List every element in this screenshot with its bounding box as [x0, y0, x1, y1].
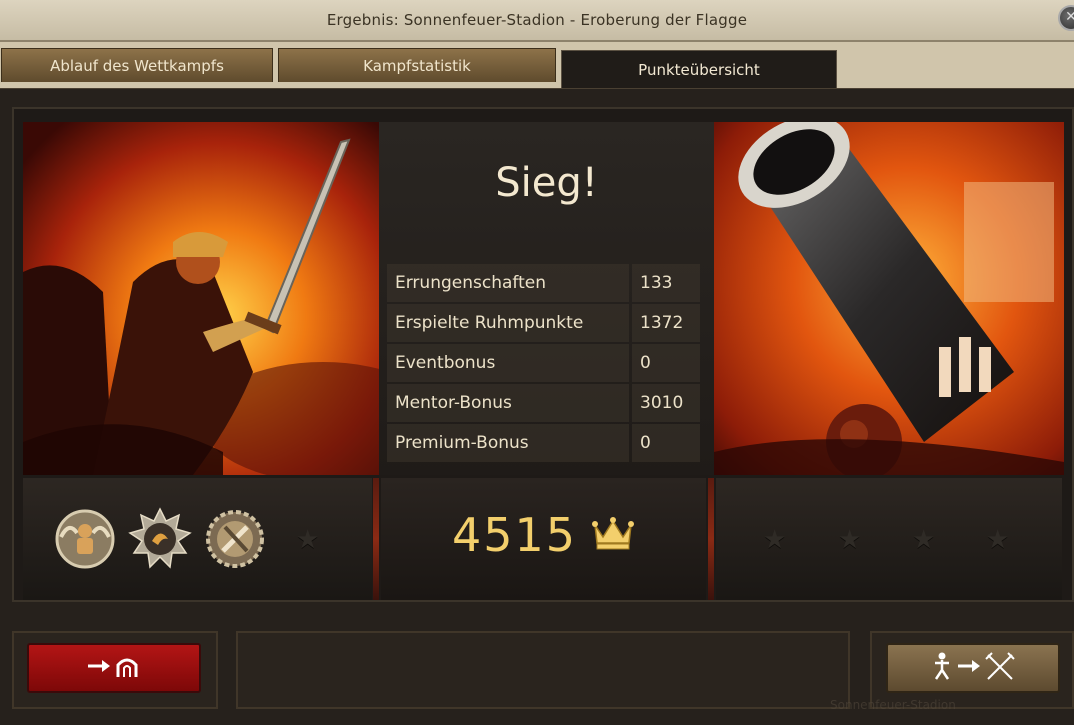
empty-slot-star-icon: ★	[912, 525, 936, 555]
empty-slot-star-icon: ★	[763, 525, 787, 555]
stat-value: 3010	[632, 384, 700, 422]
empty-slot-star-icon: ★	[986, 525, 1010, 555]
stat-label: Mentor-Bonus	[387, 384, 629, 422]
footer-center-box	[236, 631, 850, 709]
stat-value: 133	[632, 264, 700, 302]
tab-bar: Ablauf des Wettkampfs Kampfstatistik Pun…	[0, 42, 1074, 88]
divider	[708, 478, 714, 600]
result-headline: Sieg!	[495, 160, 598, 206]
table-row: Premium-Bonus 0	[387, 424, 700, 464]
stat-label: Erspielte Ruhmpunkte	[387, 304, 629, 342]
table-row: Eventbonus 0	[387, 344, 700, 384]
total-score: 4515	[381, 508, 706, 562]
leave-arena-button[interactable]	[27, 643, 201, 693]
tab-score-overview-label: Punkteübersicht	[638, 60, 760, 79]
empty-slot-star-icon: ★	[838, 525, 862, 555]
score-breakdown-table: Errungenschaften 133 Erspielte Ruhmpunkt…	[387, 264, 700, 464]
stat-value: 1372	[632, 304, 700, 342]
tab-combat-stats[interactable]: Kampfstatistik	[278, 48, 556, 82]
cannon-artwork	[714, 122, 1064, 475]
table-row: Mentor-Bonus 3010	[387, 384, 700, 424]
tab-course-label: Ablauf des Wettkampfs	[50, 56, 224, 75]
total-score-value: 4515	[451, 508, 578, 562]
window-titlebar: Ergebnis: Sonnenfeuer-Stadion - Eroberun…	[0, 0, 1074, 42]
sun-medal-icon[interactable]	[128, 507, 192, 571]
table-row: Errungenschaften 133	[387, 264, 700, 304]
tools-medal-icon[interactable]	[203, 507, 267, 571]
table-row: Erspielte Ruhmpunkte 1372	[387, 304, 700, 344]
join-battle-icon	[930, 651, 1016, 686]
stat-label: Errungenschaften	[387, 264, 629, 302]
tab-score-overview[interactable]: Punkteübersicht	[561, 50, 837, 88]
stat-value: 0	[632, 344, 700, 382]
stat-label: Premium-Bonus	[387, 424, 629, 462]
watermark: Sonnenfeuer-Stadion	[830, 698, 956, 712]
tab-combat-stats-label: Kampfstatistik	[363, 56, 471, 75]
window-title: Ergebnis: Sonnenfeuer-Stadion - Eroberun…	[326, 11, 748, 29]
divider	[373, 478, 379, 600]
mentor-medal-icon[interactable]	[53, 507, 117, 571]
exit-arena-icon	[86, 653, 142, 684]
stat-value: 0	[632, 424, 700, 462]
tab-course[interactable]: Ablauf des Wettkampfs	[1, 48, 273, 82]
join-battle-button[interactable]	[886, 643, 1060, 693]
empty-slot-star-icon: ★	[296, 525, 320, 555]
stat-label: Eventbonus	[387, 344, 629, 382]
crown-icon	[591, 508, 635, 562]
close-icon[interactable]: ✕	[1058, 5, 1074, 31]
warrior-artwork	[23, 122, 379, 475]
